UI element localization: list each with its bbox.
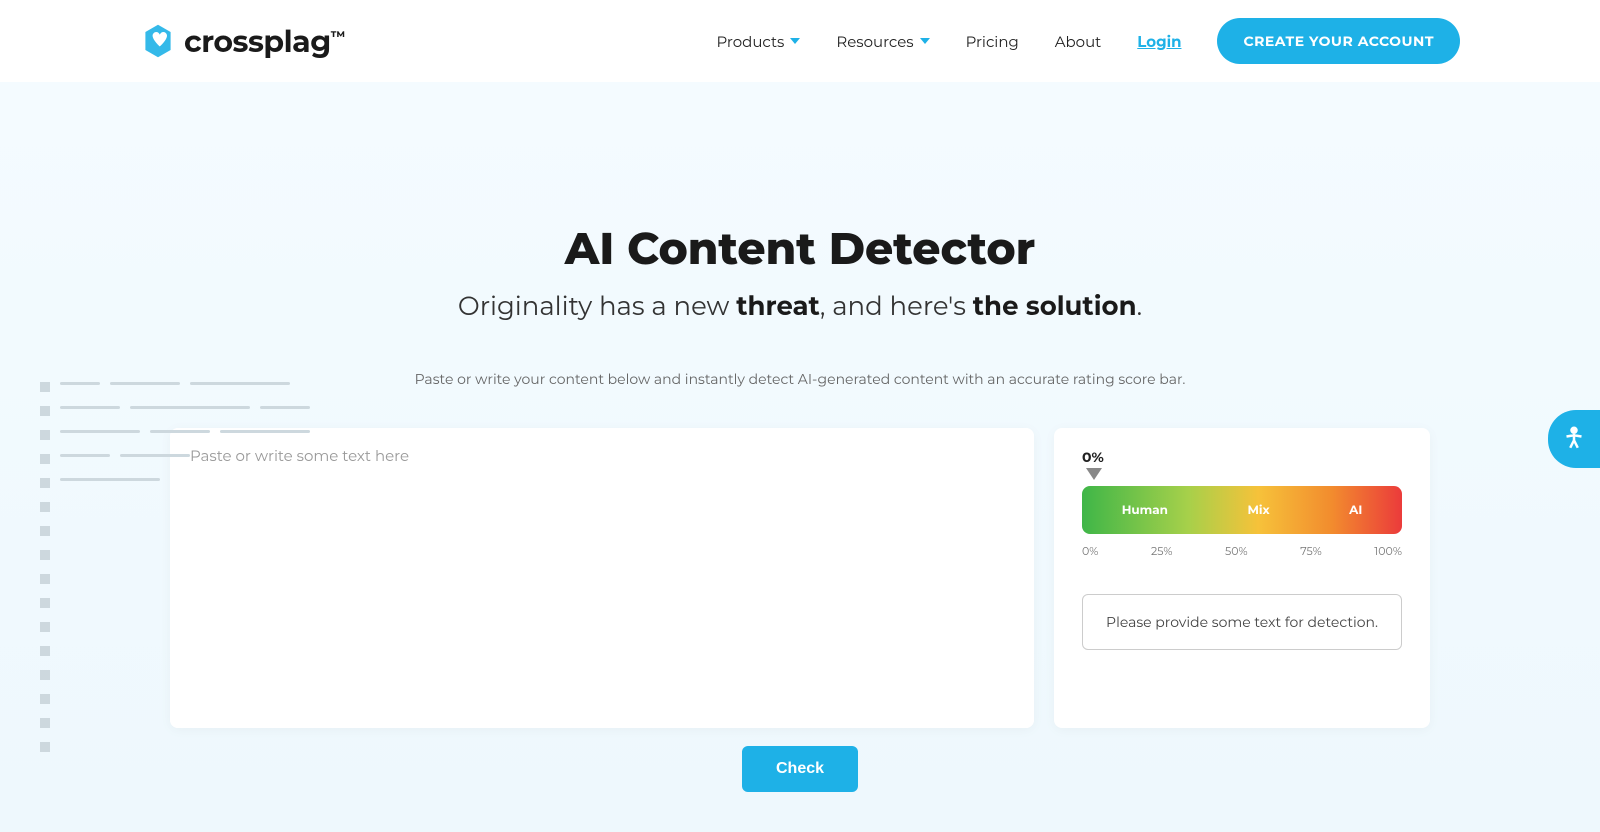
bar-label-human: Human — [1122, 503, 1168, 518]
page-subtitle: Originality has a new threat, and here's… — [170, 290, 1430, 322]
score-ticks: 0% 25% 50% 75% 100% — [1082, 544, 1402, 558]
nav-links: Products Resources Pricing About Login C… — [717, 18, 1461, 64]
nav-pricing[interactable]: Pricing — [966, 32, 1019, 51]
create-account-button[interactable]: CREATE YOUR ACCOUNT — [1217, 18, 1460, 64]
check-button[interactable]: Check — [742, 746, 858, 792]
accessibility-icon — [1559, 424, 1589, 454]
score-value: 0% — [1082, 448, 1104, 466]
score-bar: 0% Human Mix AI 0% 25% 50% 75% 100% — [1082, 486, 1402, 558]
nav-about[interactable]: About — [1055, 32, 1102, 51]
page-title: AI Content Detector — [170, 222, 1430, 276]
nav-products[interactable]: Products — [717, 32, 801, 51]
nav-login[interactable]: Login — [1137, 32, 1181, 51]
hero-section: AI Content Detector Originality has a ne… — [0, 82, 1600, 832]
gradient-bar: Human Mix AI — [1082, 486, 1402, 534]
logo-icon — [140, 23, 176, 59]
decorative-lines — [40, 382, 320, 766]
bar-label-ai: AI — [1349, 503, 1362, 518]
chevron-down-icon — [790, 38, 800, 44]
result-message: Please provide some text for detection. — [1082, 594, 1402, 650]
accessibility-button[interactable] — [1548, 410, 1600, 468]
bar-label-mix: Mix — [1247, 503, 1269, 518]
detector-panel: 0% Human Mix AI 0% 25% 50% 75% 100% — [170, 428, 1430, 728]
instruction-text: Paste or write your content below and in… — [170, 370, 1430, 388]
logo-text: crossplag™ — [184, 23, 345, 60]
brand-logo[interactable]: crossplag™ — [140, 23, 345, 60]
result-card: 0% Human Mix AI 0% 25% 50% 75% 100% — [1054, 428, 1430, 728]
score-pointer-icon — [1086, 468, 1102, 480]
chevron-down-icon — [920, 38, 930, 44]
nav-resources[interactable]: Resources — [836, 32, 929, 51]
top-nav: crossplag™ Products Resources Pricing Ab… — [0, 0, 1600, 82]
